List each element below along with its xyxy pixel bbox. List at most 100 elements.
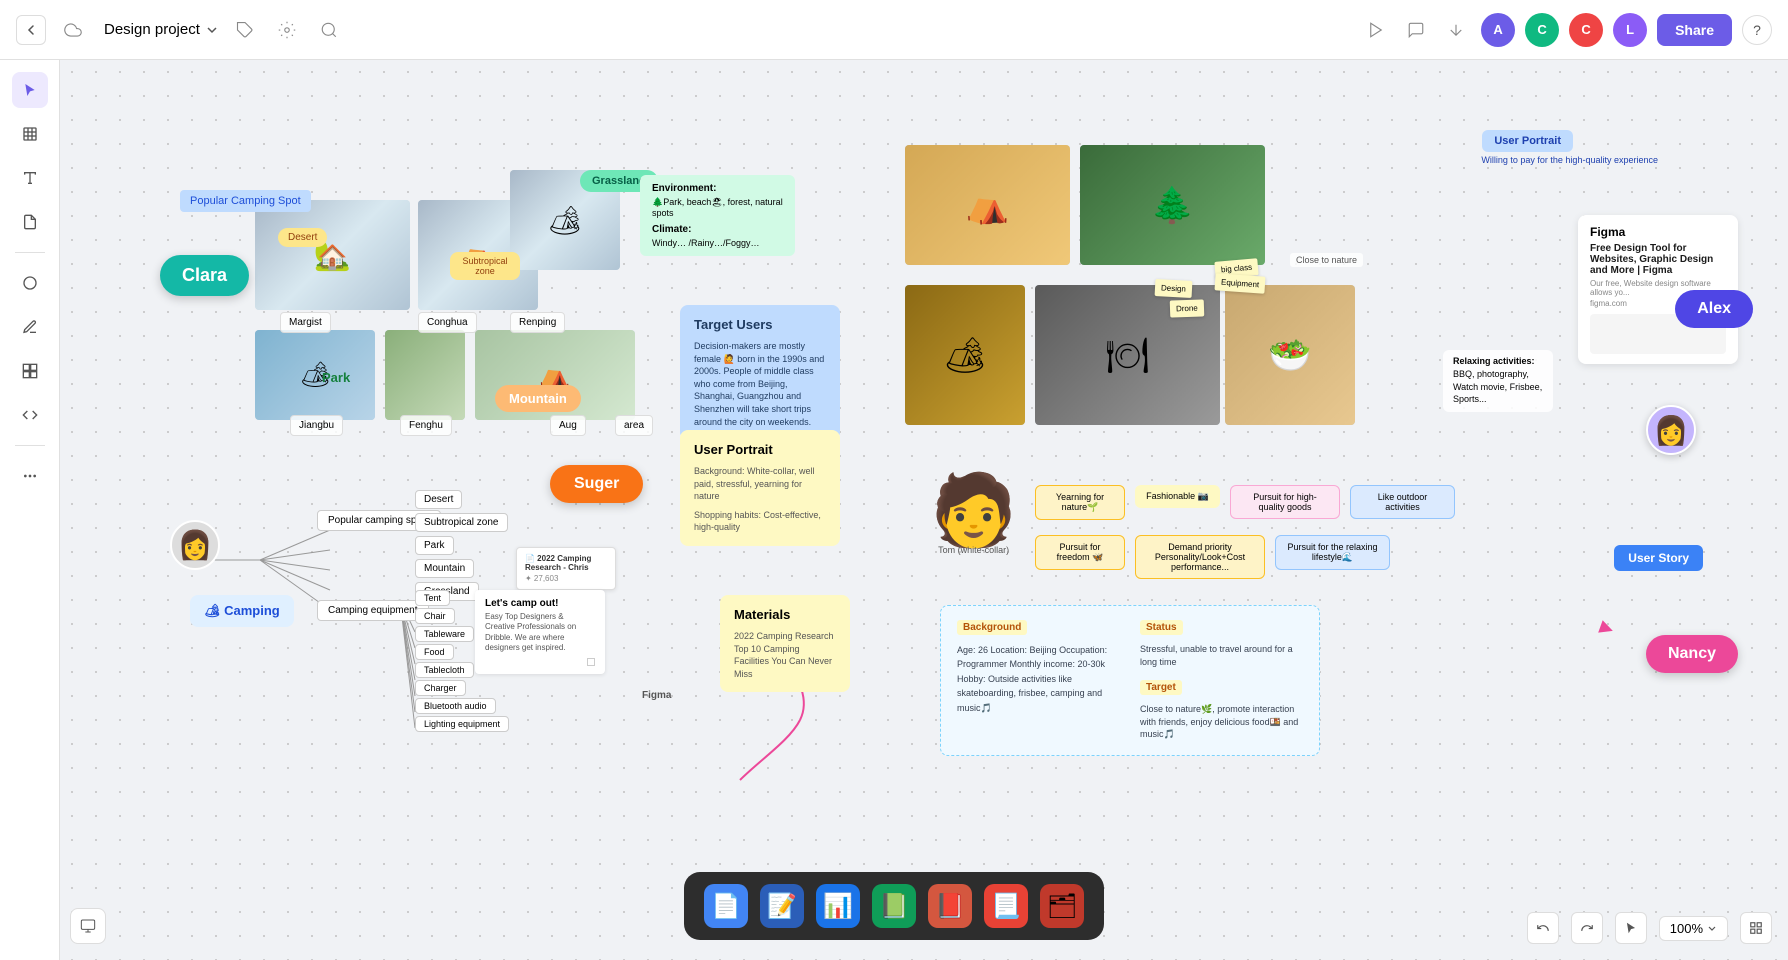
park-tag: Park [322, 370, 350, 385]
info-target-text: Close to nature🌿, promote interaction wi… [1140, 703, 1303, 741]
zoom-control[interactable]: 100% [1659, 916, 1728, 941]
environment-card: Environment: 🌲Park, beach🏖, forest, natu… [640, 175, 795, 256]
avatar-l[interactable]: L [1613, 13, 1647, 47]
bottom-icon-slides[interactable]: 📊 [816, 884, 860, 928]
more-tool[interactable] [12, 458, 48, 494]
image-outdoor2: 🥗 [1225, 285, 1355, 425]
margist-tag: Margist [280, 312, 331, 333]
fenghu-tag: Fenghu [400, 415, 452, 436]
bottom-bar: 📄 📝 📊 📗 📕 📃 🗂 [684, 872, 1104, 940]
sticky-note-2: Design [1155, 279, 1193, 298]
avatar-c1[interactable]: C [1525, 13, 1559, 47]
renping-tag: Renping [510, 312, 565, 333]
ppt-icon: 📕 [935, 892, 965, 921]
image-tent-right2: 🏕 [905, 285, 1025, 425]
user-story-badge[interactable]: User Story [1614, 545, 1703, 571]
up-right-portrait-desc: Willing to pay for the high-quality expe… [1481, 155, 1658, 165]
bottom-icon-acrobat[interactable]: 📃 [984, 884, 1028, 928]
back-button[interactable] [16, 15, 46, 45]
user-avatar-left [170, 520, 220, 570]
topbar-right: A C C L Share ? [1361, 13, 1772, 47]
comment-icon[interactable] [1401, 15, 1431, 45]
mindmap-lighting: Lighting equipment [415, 716, 509, 732]
share-button[interactable]: Share [1657, 14, 1732, 46]
text-tool[interactable] [12, 160, 48, 196]
acrobat-icon: 📃 [991, 892, 1021, 921]
redo-button[interactable] [1571, 912, 1603, 944]
info-status-label: Status [1140, 620, 1183, 635]
clara-bubble[interactable]: Clara [160, 255, 249, 296]
mindmap-chair: Chair [415, 608, 455, 624]
docs-icon: 📄 [711, 892, 741, 921]
slides-icon: 📊 [823, 892, 853, 921]
component-tool[interactable] [12, 397, 48, 433]
bottom-left-control [70, 908, 106, 944]
nancy-badge[interactable]: Nancy [1646, 635, 1738, 673]
mindmap-charger: Charger [415, 680, 466, 696]
figma-label-bottom: Figma [642, 690, 671, 701]
canvas[interactable]: 🏡 ⛺ 🏕 🏕 ⛺ ⛺ 🌲 🏕 🍽 🥗 Margist Conghua Renp… [60, 60, 1788, 960]
aug-tag: Aug [550, 415, 586, 436]
target-users-card: Target Users Decision-makers are mostly … [680, 305, 840, 440]
grid-view-button[interactable] [1740, 912, 1772, 944]
attr-fashionable: Fashionable 📷 [1135, 485, 1220, 508]
info-status-text: Stressful, unable to travel around for a… [1140, 643, 1303, 668]
mindmap-camping-equipment: Camping equipment [317, 600, 429, 621]
materials-card: Materials 2022 Camping Research Top 10 C… [720, 595, 850, 692]
avatar-c2[interactable]: C [1569, 13, 1603, 47]
tag-icon[interactable] [230, 15, 260, 45]
suger-bubble[interactable]: Suger [550, 465, 643, 503]
mindmap-food: Food [415, 644, 454, 660]
attr-quality: Pursuit for high-quality goods [1230, 485, 1340, 519]
adobe-icon: 🗂 [1047, 892, 1077, 921]
help-button[interactable]: ? [1742, 15, 1772, 45]
attr-yearning: Yearning for nature🌱 [1035, 485, 1125, 520]
project-name[interactable]: Design project [104, 21, 218, 38]
area-tag: area [615, 415, 653, 436]
user-portrait-card: User Portrait Background: White-collar, … [680, 430, 840, 546]
cursor-tool[interactable] [12, 72, 48, 108]
present-mode-button[interactable] [70, 908, 106, 944]
mindmap-subtropical: Subtropical zone [415, 513, 508, 532]
subtropical-tag: Subtropical zone [450, 252, 520, 280]
info-bg-text: Age: 26 Location: Beijing Occupation: Pr… [957, 643, 1120, 715]
close-nature-label: Close to nature [1290, 253, 1363, 267]
tom-label: Tom (white-collar) [938, 545, 1009, 555]
alex-bubble[interactable]: Alex [1675, 290, 1753, 328]
pen-tool[interactable] [12, 309, 48, 345]
tom-character-area: 🧑 Tom (white-collar) [930, 475, 1017, 555]
bottom-icon-docs[interactable]: 📄 [704, 884, 748, 928]
image-camping1: 🏕 [255, 330, 375, 420]
cursor-mode-button[interactable] [1615, 912, 1647, 944]
popular-camping-tag: Popular Camping Spot [180, 190, 311, 212]
sticky-tool[interactable] [12, 204, 48, 240]
undo-button[interactable] [1527, 912, 1559, 944]
excel-icon: 📗 [879, 892, 909, 921]
up-right-portrait-label: User Portrait [1482, 130, 1573, 152]
sticky-note-3: Drone [1170, 299, 1204, 317]
download-icon[interactable] [1441, 15, 1471, 45]
bottom-icon-excel[interactable]: 📗 [872, 884, 916, 928]
camping-bubble[interactable]: 🏕 Camping [190, 595, 294, 627]
left-sidebar [0, 60, 60, 960]
plugin-tool[interactable] [12, 353, 48, 389]
search-icon[interactable] [314, 15, 344, 45]
avatar-a[interactable]: A [1481, 13, 1515, 47]
bottom-icon-word[interactable]: 📝 [760, 884, 804, 928]
cloud-icon[interactable] [58, 15, 88, 45]
mindmap-park: Park [415, 536, 454, 555]
settings-icon[interactable] [272, 15, 302, 45]
play-icon[interactable] [1361, 15, 1391, 45]
frame-tool[interactable] [12, 116, 48, 152]
mindmap-tableware: Tableware [415, 626, 474, 642]
attr-outdoor: Like outdoor activities [1350, 485, 1455, 519]
shape-tool[interactable] [12, 265, 48, 301]
image-forest: 🌲 [1080, 145, 1265, 265]
bottom-icon-adobe[interactable]: 🗂 [1040, 884, 1084, 928]
tom-illustration: 🧑 [930, 475, 1017, 545]
lets-camp-card: Let's camp out! Easy Top Designers & Cre… [475, 590, 605, 674]
bottom-icon-ppt[interactable]: 📕 [928, 884, 972, 928]
image-tent-right1: ⛺ [905, 145, 1070, 265]
arrow-pointer: ► [1592, 612, 1621, 644]
image-camping2 [385, 330, 465, 420]
